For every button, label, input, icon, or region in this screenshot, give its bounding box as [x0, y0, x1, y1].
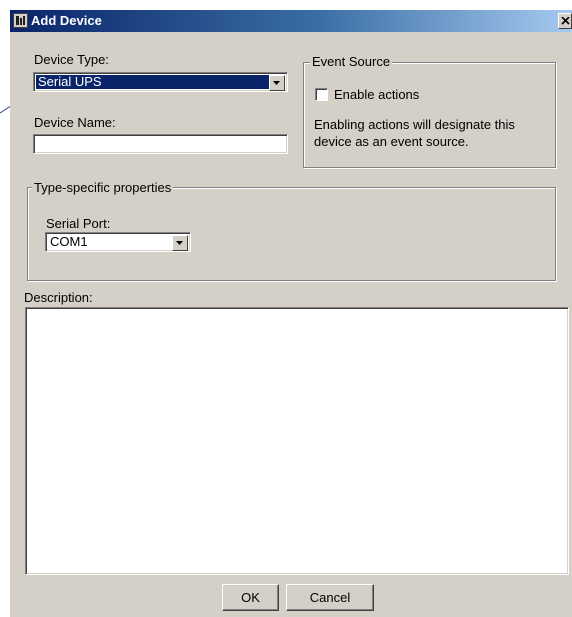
chevron-down-icon: [176, 241, 183, 245]
app-icon: [13, 13, 28, 28]
event-source-legend: Event Source: [310, 54, 393, 69]
device-type-value: Serial UPS: [36, 75, 269, 89]
event-source-note-line-1: Enabling actions will designate this: [314, 117, 515, 132]
chevron-down-icon: [273, 81, 280, 85]
description-value: [28, 310, 30, 324]
add-device-dialog: Add Device Device Type: Serial UPS Devic…: [10, 10, 572, 617]
device-type-dropdown-button[interactable]: [269, 75, 285, 91]
event-source-group: [303, 62, 556, 168]
event-source-note-line-2: device as an event source.: [314, 134, 469, 149]
close-icon: [561, 17, 570, 25]
description-textarea[interactable]: [25, 307, 569, 575]
ok-button[interactable]: OK: [222, 584, 279, 611]
enable-actions-label[interactable]: Enable actions: [334, 87, 419, 102]
close-button[interactable]: [558, 13, 572, 29]
device-name-field[interactable]: [33, 134, 288, 154]
serial-port-label: Serial Port:: [46, 216, 111, 231]
enable-actions-checkbox[interactable]: [315, 88, 328, 101]
cancel-button[interactable]: Cancel: [286, 584, 374, 611]
device-name-label: Device Name:: [34, 115, 116, 130]
serial-port-value: COM1: [50, 234, 88, 249]
type-specific-legend: Type-specific properties: [32, 180, 174, 195]
device-type-label: Device Type:: [34, 52, 109, 67]
serial-port-dropdown[interactable]: COM1: [45, 232, 191, 252]
window-title: Add Device: [31, 13, 102, 28]
device-type-dropdown[interactable]: Serial UPS: [33, 72, 288, 92]
title-bar[interactable]: Add Device: [10, 10, 572, 32]
serial-port-dropdown-button[interactable]: [172, 235, 188, 251]
description-label: Description:: [24, 290, 93, 305]
device-name-value: [36, 137, 38, 151]
screenshot-page: Add Device Device Type: Serial UPS Devic…: [0, 0, 572, 617]
